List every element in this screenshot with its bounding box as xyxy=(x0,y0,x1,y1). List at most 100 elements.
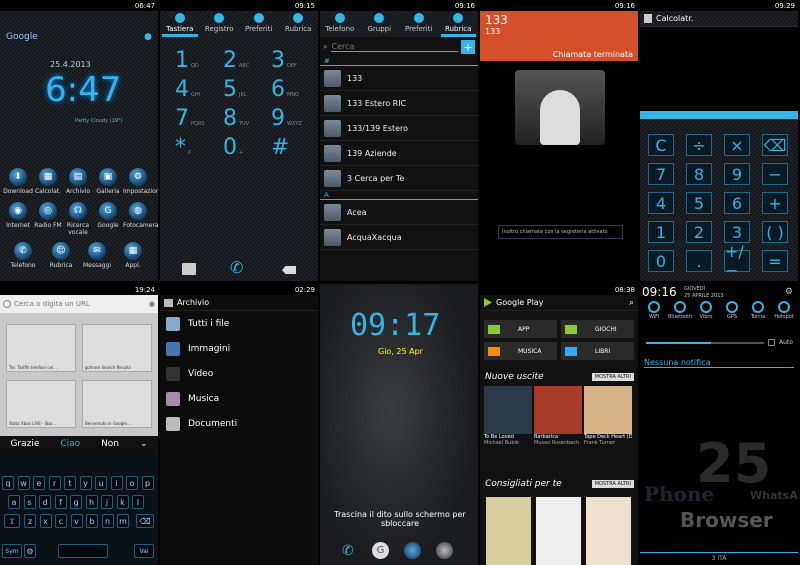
toggle-gps[interactable]: GPS xyxy=(720,301,744,320)
app-fotocamera[interactable]: ◍ Fotocamera xyxy=(123,202,158,229)
key-x[interactable]: x xyxy=(39,514,52,528)
key-s[interactable]: s xyxy=(23,495,36,509)
dial-key-12[interactable]: # xyxy=(271,135,291,160)
key-v[interactable]: v xyxy=(70,514,83,528)
folder-item[interactable]: Tutti i file xyxy=(160,311,318,336)
search-input[interactable]: Cerca xyxy=(331,42,458,52)
key-w[interactable]: w xyxy=(17,476,30,490)
backspace-button[interactable] xyxy=(282,266,296,274)
calc-key[interactable]: ÷ xyxy=(686,134,712,156)
more-button-2[interactable]: MOSTRA ALTRI xyxy=(591,480,634,488)
app-radiofm[interactable]: ◎ Radio FM xyxy=(33,202,63,229)
calc-key[interactable]: 6 xyxy=(724,192,750,214)
key-c[interactable]: c xyxy=(55,514,67,528)
calc-key[interactable]: 0 xyxy=(648,250,674,272)
app-google[interactable]: G Google xyxy=(93,202,123,229)
folder-item[interactable]: Immagini xyxy=(160,336,318,361)
speed-dial-tile[interactable]: Tre. Tariffe telefoni cel... xyxy=(6,324,76,372)
key-d[interactable]: d xyxy=(39,495,51,509)
calc-key[interactable]: ⌫ xyxy=(762,134,788,156)
brightness-slider[interactable] xyxy=(646,342,764,344)
calc-key[interactable]: = xyxy=(762,250,788,272)
add-contact-button[interactable] xyxy=(182,263,196,275)
calc-key[interactable]: ( ) xyxy=(762,221,788,243)
key-i[interactable]: i xyxy=(110,476,123,490)
google-search-bar[interactable]: Google xyxy=(6,32,38,42)
toggle-wifi[interactable]: WiFi xyxy=(642,301,666,320)
phone-icon[interactable]: ✆ xyxy=(342,543,354,559)
calc-key[interactable]: 2 xyxy=(686,221,712,243)
contact-row[interactable]: 139 Aziende xyxy=(320,141,478,166)
tab-preferiti[interactable]: Preferiti xyxy=(399,11,439,35)
suggestion-2[interactable]: Ciao xyxy=(60,439,80,449)
key-q[interactable]: q xyxy=(2,476,14,490)
app-appl[interactable]: ▦ Appl. xyxy=(118,242,148,269)
key-k[interactable]: k xyxy=(116,495,129,509)
folder-item[interactable]: Documenti xyxy=(160,411,318,436)
tab-tastiera[interactable]: Tastiera xyxy=(160,11,200,37)
app-impostazioni[interactable]: ⚙ Impostazioni xyxy=(123,168,158,195)
calc-key[interactable]: 7 xyxy=(648,163,674,185)
dial-key-8[interactable]: 8 TUV xyxy=(223,106,249,131)
folder-item[interactable]: Video xyxy=(160,361,318,386)
contact-row[interactable]: Acea xyxy=(320,200,478,225)
album-card[interactable]: Tape Deck Heart (DeluxeFrank Turner xyxy=(584,386,632,461)
dial-key-9[interactable]: 9 WXYZ xyxy=(271,106,302,131)
app-messaggi[interactable]: ✉ Messaggi xyxy=(82,242,112,269)
calc-key[interactable]: − xyxy=(762,163,788,185)
app-telefono[interactable]: ✆ Telefono xyxy=(8,242,38,269)
category-button[interactable]: LIBRI xyxy=(561,342,634,360)
category-button[interactable]: MUSICA xyxy=(484,342,557,360)
app-download[interactable]: ⬇ Download xyxy=(3,168,33,195)
backspace-key[interactable]: ⌫ xyxy=(136,514,154,528)
key-g[interactable]: g xyxy=(70,495,82,509)
tab-preferiti[interactable]: Preferiti xyxy=(239,11,279,35)
dial-key-10[interactable]: * P xyxy=(175,135,191,160)
app-internet[interactable]: ◉ Internet xyxy=(3,202,33,229)
app-galleria[interactable]: ▣ Galleria xyxy=(93,168,123,195)
camera-icon[interactable] xyxy=(436,542,453,559)
folder-item[interactable]: Musica xyxy=(160,386,318,411)
dial-key-2[interactable]: 2 ABC xyxy=(223,48,249,73)
category-button[interactable]: GIOCHI xyxy=(561,320,634,338)
tab-registro[interactable]: Registro xyxy=(200,11,240,35)
url-field[interactable]: Cerca o digita un URL xyxy=(14,300,149,308)
call-button[interactable]: ✆ xyxy=(230,258,243,277)
contact-row[interactable]: 133/139 Estero xyxy=(320,116,478,141)
speed-dial-tile[interactable]: Stato Xbox LIVE - Sba... xyxy=(6,380,76,428)
category-button[interactable]: APP xyxy=(484,320,557,338)
tab-rubrica[interactable]: Rubrica xyxy=(439,11,479,37)
dial-key-5[interactable]: 5 JKL xyxy=(223,77,247,102)
calc-key[interactable]: +/− xyxy=(724,242,750,280)
album-cover[interactable] xyxy=(486,497,531,565)
go-key[interactable]: Vai xyxy=(134,544,154,558)
tab-telefono[interactable]: Telefono xyxy=(320,11,360,35)
album-cover[interactable] xyxy=(586,497,631,565)
key-m[interactable]: m xyxy=(117,514,129,528)
key-e[interactable]: e xyxy=(33,476,45,490)
album-card[interactable]: To Be Loved Michael Bublé xyxy=(484,386,532,461)
calc-key[interactable]: 9 xyxy=(724,163,750,185)
contact-row[interactable]: AcquaXacqua xyxy=(320,225,478,250)
auto-checkbox[interactable] xyxy=(768,339,775,346)
tab-rubrica[interactable]: Rubrica xyxy=(279,11,319,35)
key-p[interactable]: p xyxy=(141,476,154,490)
contact-row[interactable]: 133 xyxy=(320,66,478,91)
calc-key[interactable]: 5 xyxy=(686,192,712,214)
google-icon[interactable]: G xyxy=(372,542,389,559)
mic-icon[interactable]: ● xyxy=(149,300,155,308)
add-contact-button[interactable]: + xyxy=(461,40,475,54)
settings-icon[interactable]: ⚙ xyxy=(785,287,793,297)
key-j[interactable]: j xyxy=(101,495,113,509)
dial-key-3[interactable]: 3 DEF xyxy=(271,48,297,73)
calc-key[interactable]: 4 xyxy=(648,192,674,214)
key-r[interactable]: r xyxy=(48,476,61,490)
key-y[interactable]: y xyxy=(79,476,92,490)
contact-row[interactable]: 3 Cerca per Te xyxy=(320,166,478,191)
album-cover[interactable] xyxy=(536,497,581,565)
mic-icon[interactable]: ● xyxy=(144,32,152,42)
dial-key-11[interactable]: 0 + xyxy=(223,135,243,160)
gear-icon[interactable]: ⚙ xyxy=(24,544,36,558)
toggle-bluetooth[interactable]: Bluetooth xyxy=(668,301,692,320)
suggestion-1[interactable]: Grazie xyxy=(10,439,39,449)
